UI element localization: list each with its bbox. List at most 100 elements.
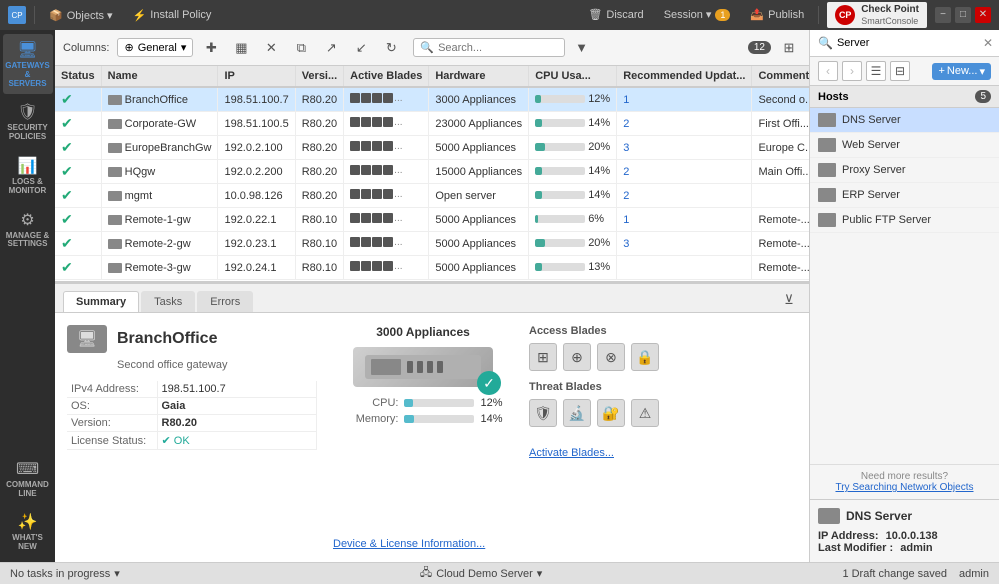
filter-col-btn[interactable]: ▦ [229, 36, 253, 60]
col-comment[interactable]: Comment [752, 66, 809, 87]
host-list-item[interactable]: Public FTP Server [810, 208, 999, 233]
memory-usage-row: Memory: 14% [343, 413, 502, 425]
expand-btn[interactable]: ⊞ [777, 36, 801, 60]
objects-menu[interactable]: 📦 Objects ▾ [43, 9, 119, 22]
table-row[interactable]: ✔ EuropeBranchGw 192.0.2.100 R80.20 ... … [55, 136, 809, 160]
tasks-chevron[interactable]: ▾ [114, 567, 120, 580]
col-ip[interactable]: IP [218, 66, 295, 87]
maximize-btn[interactable]: □ [955, 7, 971, 23]
objects-tab-vertical[interactable]: Objects [809, 30, 810, 150]
cell-version: R80.10 [295, 256, 343, 280]
host-name: DNS Server [842, 114, 901, 126]
col-name[interactable]: Name [101, 66, 218, 87]
col-hardware[interactable]: Hardware [429, 66, 529, 87]
blade-ab[interactable]: 🔐 [597, 399, 625, 427]
minimize-btn[interactable]: − [935, 7, 951, 23]
host-list-item[interactable]: DNS Server [810, 108, 999, 133]
blade-url[interactable]: ⊗ [597, 343, 625, 371]
security-label: SECURITY POLICIES [5, 124, 51, 142]
server-chevron[interactable]: ▾ [537, 567, 543, 580]
access-blades-title: Access Blades [529, 325, 749, 337]
cell-ip: 192.0.23.1 [218, 232, 295, 256]
try-searching-link[interactable]: Try Searching Network Objects [818, 482, 991, 493]
sidebar-item-security[interactable]: 🛡 SECURITY POLICIES [3, 96, 53, 148]
threat-blades-icons: 🛡 🔬 🔐 ⚠ [529, 399, 749, 427]
cell-ip: 192.0.2.100 [218, 136, 295, 160]
right-detail-header: DNS Server [818, 508, 991, 524]
right-forward-btn[interactable]: › [842, 61, 862, 81]
close-btn[interactable]: ✕ [975, 7, 991, 23]
session-btn[interactable]: Session ▾ 1 [658, 8, 737, 21]
hosts-list: DNS Server Web Server Proxy Server ERP S… [810, 108, 999, 464]
right-new-btn[interactable]: + New... ▾ [932, 63, 991, 80]
tab-summary[interactable]: Summary [63, 291, 139, 312]
host-list-item[interactable]: ERP Server [810, 183, 999, 208]
objects-label: Objects ▾ [67, 9, 113, 22]
blade-ips[interactable]: 🛡 [529, 399, 557, 427]
table-row[interactable]: ✔ HQgw 192.0.2.200 R80.20 ... 15000 Appl… [55, 160, 809, 184]
status-check-badge: ✓ [477, 371, 501, 395]
cp-brand-sub: SmartConsole [861, 16, 919, 27]
tab-tasks[interactable]: Tasks [141, 291, 195, 312]
cell-update: 2 [617, 112, 752, 136]
right-tree-view-btn[interactable]: ⊟ [890, 61, 910, 81]
sidebar-item-logs[interactable]: 📊 LOGS & MONITOR [3, 150, 53, 202]
activate-blades-link[interactable]: Activate Blades... [529, 447, 614, 459]
gw-hw-icon: 🖥 [67, 325, 107, 353]
cell-comment: Europe C... [752, 136, 809, 160]
hw-model: 3000 Appliances [376, 325, 470, 339]
col-blades[interactable]: Active Blades [344, 66, 429, 87]
table-row[interactable]: ✔ Corporate-GW 198.51.100.5 R80.20 ... 2… [55, 112, 809, 136]
col-cpu[interactable]: CPU Usa... [529, 66, 617, 87]
col-update[interactable]: Recommended Updat... [617, 66, 752, 87]
refresh-btn[interactable]: ↻ [379, 36, 403, 60]
columns-select[interactable]: ⊕ General ▾ [117, 38, 193, 57]
search-input[interactable] [438, 42, 558, 54]
publish-btn[interactable]: 📤 Publish [744, 8, 810, 21]
import-btn[interactable]: ↙ [349, 36, 373, 60]
blade-te[interactable]: ⚠ [631, 399, 659, 427]
table-row[interactable]: ✔ mgmt 10.0.98.126 R80.20 ... Open serve… [55, 184, 809, 208]
clone-btn[interactable]: ⧉ [289, 36, 313, 60]
manage-label: MANAGE & SETTINGS [5, 232, 51, 250]
filter-icon[interactable]: ▼ [575, 40, 588, 55]
cpu-bar-fill [404, 399, 412, 407]
search-box[interactable]: 🔍 [413, 38, 565, 57]
panel-expand-btn[interactable]: ⊻ [777, 288, 801, 312]
delete-btn[interactable]: ✕ [259, 36, 283, 60]
cell-version: R80.10 [295, 232, 343, 256]
blade-av[interactable]: 🔬 [563, 399, 591, 427]
right-list-view-btn[interactable]: ☰ [866, 61, 886, 81]
blade-app-ctrl[interactable]: ⊕ [563, 343, 591, 371]
cell-blades: ... [344, 232, 429, 256]
table-row[interactable]: ✔ Remote-3-gw 192.0.24.1 R80.10 ... 5000… [55, 256, 809, 280]
col-version[interactable]: Versi... [295, 66, 343, 87]
sidebar-item-manage[interactable]: ⚙ MANAGE & SETTINGS [3, 204, 53, 256]
sidebar-item-whatsnew[interactable]: ✨ WHAT'S NEW [3, 506, 53, 558]
right-search-clear[interactable]: ✕ [983, 36, 993, 50]
blade-firewall[interactable]: ⊞ [529, 343, 557, 371]
device-license-link[interactable]: Device & License Information... [333, 538, 485, 550]
add-btn[interactable]: ✚ [199, 36, 223, 60]
blade-vpn[interactable]: 🔒 [631, 343, 659, 371]
right-search-input[interactable] [837, 37, 979, 49]
table-row[interactable]: ✔ BranchOffice 198.51.100.7 R80.20 ... 3… [55, 87, 809, 112]
install-policy-btn[interactable]: ⚡ Install Policy [127, 9, 218, 22]
info-row-version: Version: R80.20 [67, 415, 317, 432]
table-row[interactable]: ✔ Remote-2-gw 192.0.23.1 R80.10 ... 5000… [55, 232, 809, 256]
tab-errors[interactable]: Errors [197, 291, 253, 312]
export-btn[interactable]: ↗ [319, 36, 343, 60]
right-back-btn[interactable]: ‹ [818, 61, 838, 81]
status-left: No tasks in progress ▾ [10, 567, 120, 580]
new-label: New... [947, 65, 978, 77]
sidebar-item-cmdline[interactable]: ⌨ COMMAND LINE [3, 453, 53, 505]
cell-status: ✔ [55, 256, 101, 280]
cell-hardware: 15000 Appliances [429, 160, 529, 184]
sidebar-item-gateways[interactable]: 🖥 GATEWAYS & SERVERS [3, 34, 53, 94]
table-row[interactable]: ✔ Remote-1-gw 192.0.22.1 R80.10 ... 5000… [55, 208, 809, 232]
gw-header: 🖥 BranchOffice [67, 325, 317, 353]
host-list-item[interactable]: Proxy Server [810, 158, 999, 183]
host-list-item[interactable]: Web Server [810, 133, 999, 158]
col-status[interactable]: Status [55, 66, 101, 87]
discard-btn[interactable]: 🗑 Discard [582, 8, 649, 21]
